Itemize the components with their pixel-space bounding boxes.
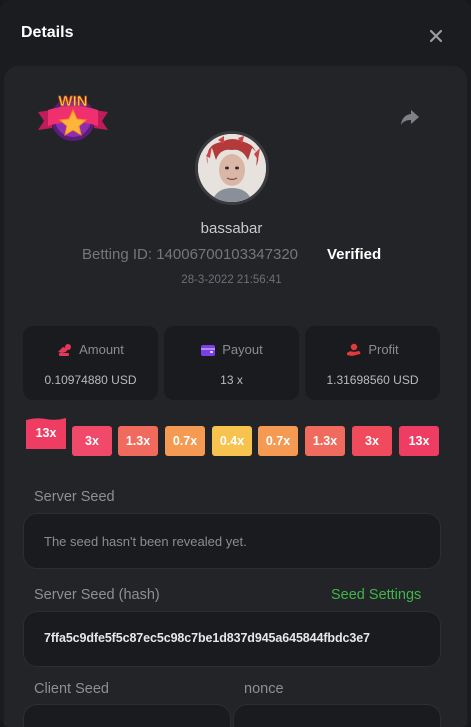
bet-details-modal: Details WIN bassabar Betting ID: 1400670…: [0, 0, 471, 727]
active-multiplier: 13x: [26, 417, 66, 449]
multiplier-label: 3x: [85, 434, 99, 448]
server-seed-value: The seed hasn't been revealed yet.: [44, 534, 247, 549]
modal-title: Details: [21, 24, 74, 41]
profit-icon: [347, 343, 361, 356]
multiplier-label: 0.4x: [219, 434, 245, 448]
multiplier-slot: 0.4x: [212, 426, 252, 456]
win-badge-icon: WIN: [38, 93, 108, 141]
server-seed-field[interactable]: The seed hasn't been revealed yet.: [23, 513, 441, 569]
multiplier-label: 0.7x: [265, 434, 291, 448]
multiplier-slot: 0.7x: [258, 426, 298, 456]
server-seed-hash-label: Server Seed (hash): [34, 587, 160, 603]
profit-card: Profit 1.31698560 USD: [305, 326, 440, 400]
profit-label: Profit: [368, 342, 399, 357]
betting-id-value: 14006700103347320: [156, 246, 299, 263]
profit-label-row: Profit: [305, 342, 440, 357]
multiplier-slot: 3x: [72, 426, 112, 456]
nonce-label: nonce: [244, 681, 284, 697]
amount-icon: [58, 344, 72, 356]
amount-value: 0.10974880 USD: [44, 373, 137, 387]
server-seed-label: Server Seed: [34, 489, 115, 505]
profit-value: 1.31698560 USD: [326, 373, 419, 387]
amount-label: Amount: [79, 342, 124, 357]
avatar: [195, 131, 269, 205]
multiplier-slot: 1.3x: [305, 426, 345, 456]
payout-label: Payout: [222, 342, 263, 357]
server-seed-hash-value: 7ffa5c9dfe5f5c87ec5c98c7be1d837d945a6458…: [44, 631, 370, 645]
multiplier-slot: 13x: [399, 426, 439, 456]
multiplier-slot: 0.7x: [165, 426, 205, 456]
share-button[interactable]: [397, 104, 423, 130]
wallet-icon: [201, 345, 216, 356]
multiplier-label: 3x: [365, 434, 379, 448]
active-multiplier-label: 13x: [35, 426, 57, 440]
username: bassabar: [200, 220, 263, 237]
payout-value: 13 x: [220, 373, 243, 387]
amount-card: Amount 0.10974880 USD: [23, 326, 158, 400]
betting-id-label: Betting ID:: [82, 246, 157, 263]
multiplier-slot: 1.3x: [118, 426, 158, 456]
win-badge: WIN: [34, 88, 112, 148]
avatar-image: [198, 134, 266, 202]
payout-label-row: Payout: [164, 342, 299, 357]
close-icon: [429, 29, 443, 43]
amount-label-row: Amount: [23, 342, 158, 357]
modal-header: Details: [0, 0, 471, 66]
multiplier-slot: 3x: [352, 426, 392, 456]
close-button[interactable]: [424, 24, 448, 48]
bet-datetime: 28-3-2022 21:56:41: [181, 274, 282, 286]
multiplier-label: 0.7x: [172, 434, 198, 448]
multiplier-label: 1.3x: [312, 434, 338, 448]
betting-id: Betting ID: 14006700103347320: [82, 246, 298, 263]
seed-settings-link[interactable]: Seed Settings: [331, 587, 421, 603]
win-badge-text: WIN: [58, 93, 87, 110]
multiplier-label: 13x: [408, 434, 430, 448]
nonce-field[interactable]: [233, 704, 441, 727]
share-icon: [401, 110, 419, 125]
payout-card: Payout 13 x: [164, 326, 299, 400]
client-seed-field[interactable]: [23, 704, 231, 727]
multiplier-label: 1.3x: [125, 434, 151, 448]
verified-badge: Verified: [327, 246, 382, 263]
client-seed-label: Client Seed: [34, 681, 109, 697]
server-seed-hash-field[interactable]: 7ffa5c9dfe5f5c87ec5c98c7be1d837d945a6458…: [23, 611, 441, 667]
